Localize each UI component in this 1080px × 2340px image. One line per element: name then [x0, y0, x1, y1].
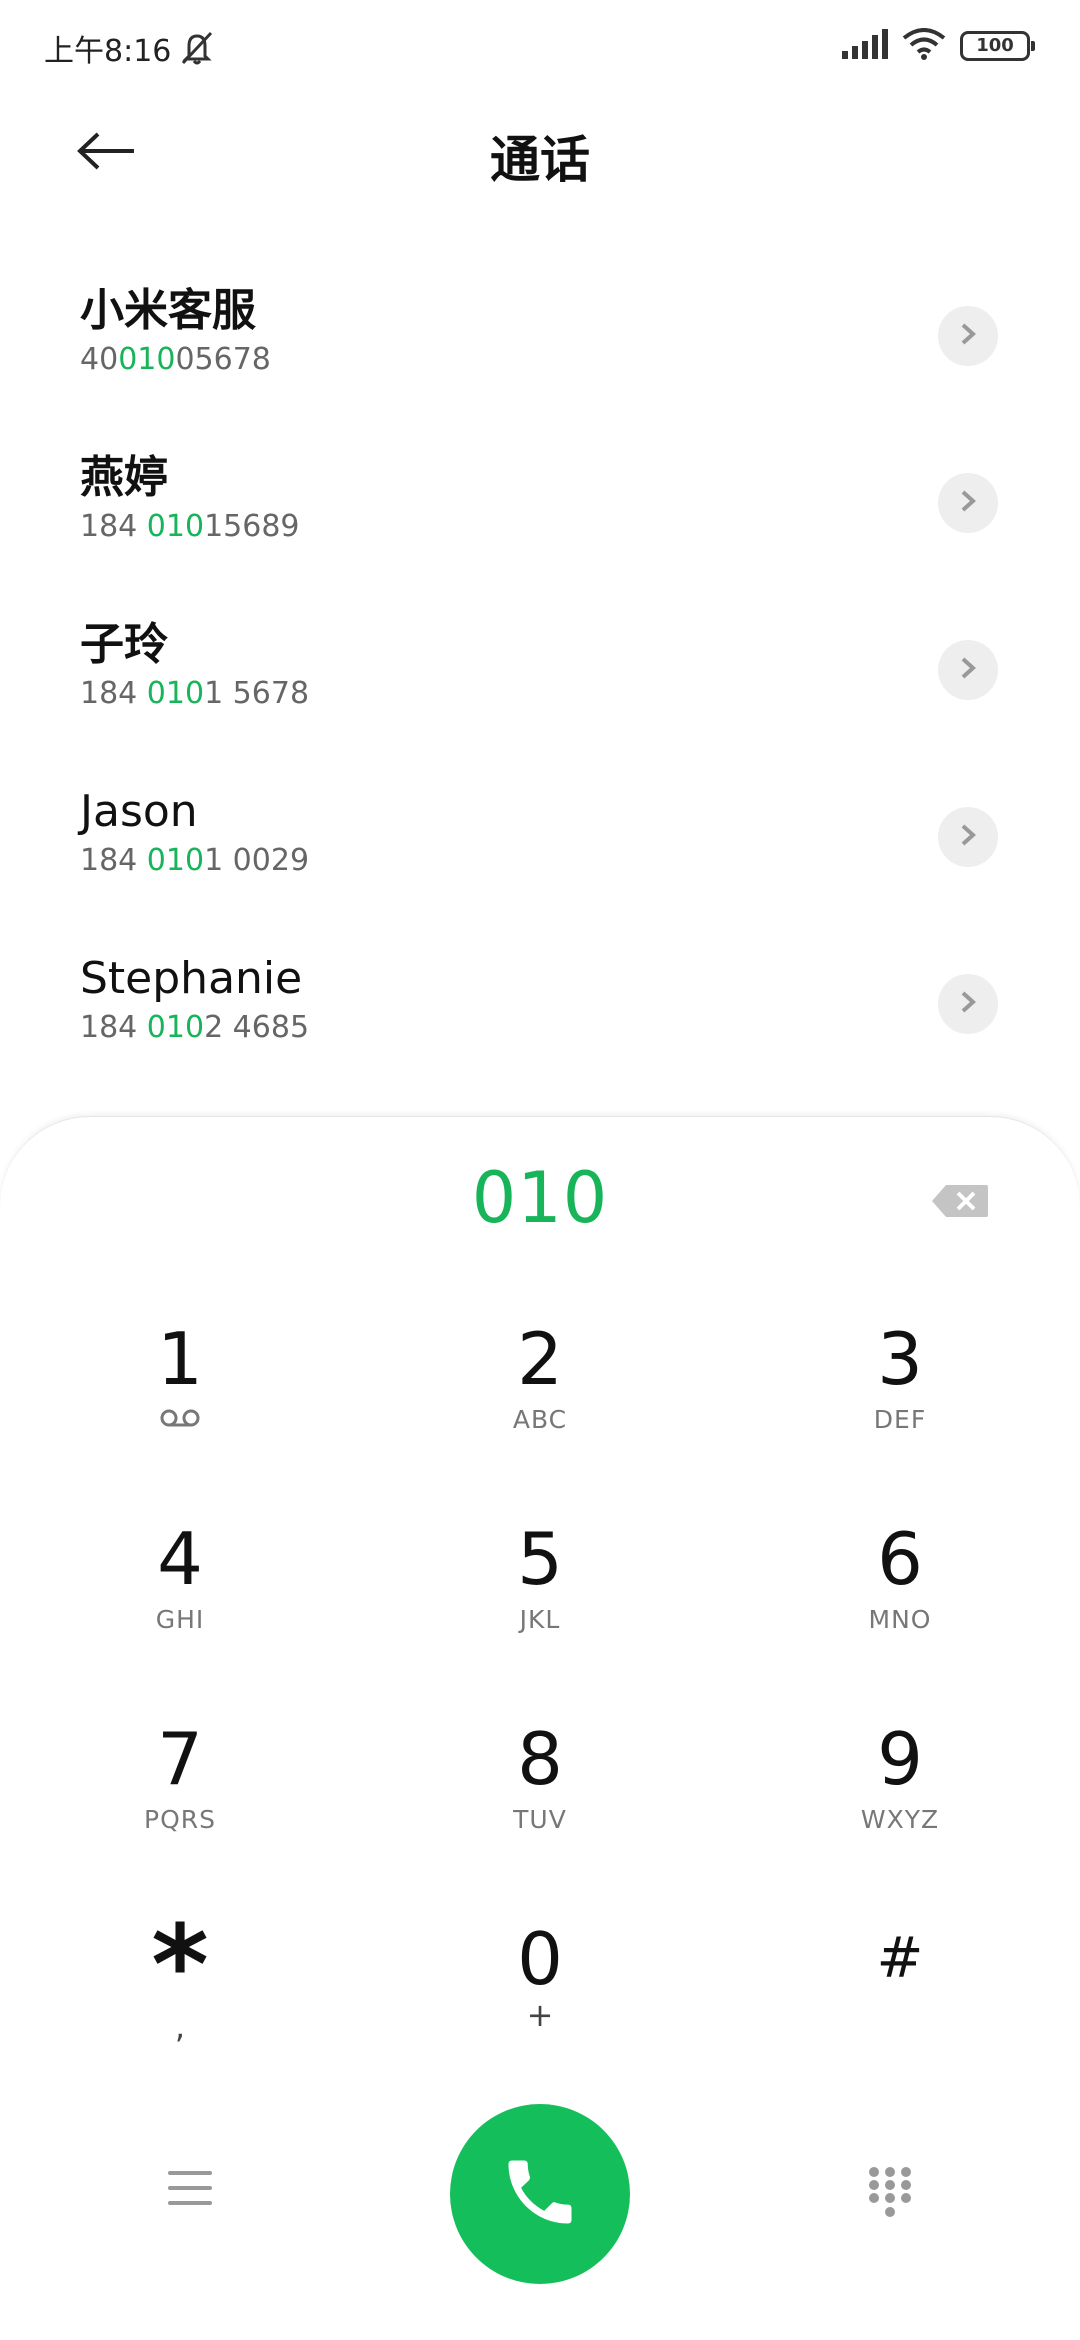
number-suffix: 1 0029	[204, 843, 310, 878]
bottom-bar	[0, 2050, 1080, 2340]
phone-icon	[498, 2150, 582, 2238]
key-digit: 7	[157, 1717, 203, 1801]
dialpad-icon	[867, 2165, 913, 2225]
signal-icon	[842, 29, 888, 63]
key-letters: JKL	[519, 1605, 561, 1634]
key-letters: ABC	[512, 1405, 568, 1434]
key-digit: 9	[877, 1717, 923, 1801]
number-suffix: 15689	[204, 509, 300, 544]
contact-item[interactable]: 子玲 184 0101 5678	[0, 584, 1080, 751]
contact-name: 子玲	[80, 619, 168, 670]
key-digit: *	[151, 1901, 209, 2029]
status-time-group: 上午8:16	[44, 26, 217, 70]
number-prefix: 184	[80, 509, 147, 544]
contact-name: 小米客服	[80, 285, 256, 336]
chevron-right-icon	[958, 823, 978, 851]
key-letters: GHI	[155, 1605, 205, 1634]
key-digit: 1	[157, 1317, 203, 1401]
number-match: 010	[146, 509, 205, 544]
key-digit: 3	[877, 1317, 923, 1401]
contact-detail-button[interactable]	[938, 306, 998, 366]
backspace-icon	[930, 1185, 990, 1225]
number-prefix: 184	[80, 676, 147, 711]
contact-number: 184 0102 4685	[80, 1008, 1080, 1048]
key-digit: 2	[517, 1317, 563, 1401]
number-prefix: 40	[80, 342, 119, 377]
key-letters: PQRS	[144, 1805, 216, 1834]
contact-detail-button[interactable]	[938, 473, 998, 533]
key-8[interactable]: 8 TUV	[420, 1717, 660, 1887]
chevron-right-icon	[958, 489, 978, 517]
contact-item[interactable]: 燕婷 184 01015689	[0, 417, 1080, 584]
chevron-right-icon	[958, 322, 978, 350]
key-1[interactable]: 1	[60, 1317, 300, 1487]
mute-icon	[177, 30, 217, 66]
number-match: 010	[118, 342, 176, 377]
contact-item[interactable]: Stephanie 184 0102 4685	[0, 918, 1080, 1085]
contact-name: Jason	[80, 786, 198, 837]
menu-icon	[168, 2169, 212, 2211]
status-icons: 100	[842, 28, 1035, 64]
number-match: 010	[146, 676, 205, 711]
contact-number: 184 0101 5678	[80, 674, 1080, 714]
contact-item[interactable]: Jason 184 0101 0029	[0, 751, 1080, 918]
contact-name: Stephanie	[80, 953, 303, 1004]
key-5[interactable]: 5 JKL	[420, 1517, 660, 1687]
number-suffix: 2 4685	[204, 1010, 310, 1045]
contact-number: 184 0101 0029	[80, 841, 1080, 881]
status-bar: 上午8:16 100	[0, 0, 1080, 96]
key-digit: 8	[517, 1717, 563, 1801]
key-letters: ,	[174, 2008, 186, 2046]
menu-button[interactable]	[150, 2160, 230, 2220]
key-3[interactable]: 3 DEF	[780, 1317, 1020, 1487]
key-4[interactable]: 4 GHI	[60, 1517, 300, 1687]
number-match: 010	[146, 843, 205, 878]
battery-icon: 100	[960, 31, 1035, 61]
key-digit: 4	[157, 1517, 203, 1601]
number-match: 010	[146, 1010, 205, 1045]
key-letters: +	[526, 1996, 554, 2034]
number-prefix: 184	[80, 843, 147, 878]
wifi-icon	[902, 28, 946, 64]
voicemail-icon	[60, 1405, 300, 1435]
contact-detail-button[interactable]	[938, 807, 998, 867]
chevron-right-icon	[958, 656, 978, 684]
dialpad-toggle-button[interactable]	[850, 2160, 930, 2230]
key-9[interactable]: 9 WXYZ	[780, 1717, 1020, 1887]
contact-list: 小米客服 4001005678 燕婷 184 01015689 子玲 184 0…	[0, 250, 1080, 1085]
key-digit: 5	[517, 1517, 563, 1601]
key-letters: DEF	[873, 1405, 927, 1434]
contact-number: 4001005678	[80, 340, 1080, 380]
key-letters: TUV	[513, 1805, 567, 1834]
key-2[interactable]: 2 ABC	[420, 1317, 660, 1487]
key-6[interactable]: 6 MNO	[780, 1517, 1020, 1687]
contact-item[interactable]: 小米客服 4001005678	[0, 250, 1080, 417]
chevron-right-icon	[958, 990, 978, 1018]
contact-number: 184 01015689	[80, 507, 1080, 547]
header: 通话	[0, 96, 1080, 216]
key-letters: MNO	[868, 1605, 932, 1634]
contact-name: 燕婷	[80, 452, 168, 503]
number-suffix: 1 5678	[204, 676, 310, 711]
contact-detail-button[interactable]	[938, 640, 998, 700]
contact-detail-button[interactable]	[938, 974, 998, 1034]
number-prefix: 184	[80, 1010, 147, 1045]
key-digit: 0	[517, 1917, 563, 2001]
key-digit: 6	[877, 1517, 923, 1601]
key-digit: #	[876, 1926, 924, 1991]
backspace-button[interactable]	[930, 1181, 990, 1221]
call-button[interactable]	[450, 2104, 630, 2284]
dial-input[interactable]: 010	[0, 1157, 1080, 1239]
key-letters: WXYZ	[860, 1805, 940, 1834]
status-time: 上午8:16	[44, 34, 172, 69]
key-7[interactable]: 7 PQRS	[60, 1717, 300, 1887]
number-suffix: 05678	[175, 342, 271, 377]
page-title: 通话	[490, 131, 590, 189]
